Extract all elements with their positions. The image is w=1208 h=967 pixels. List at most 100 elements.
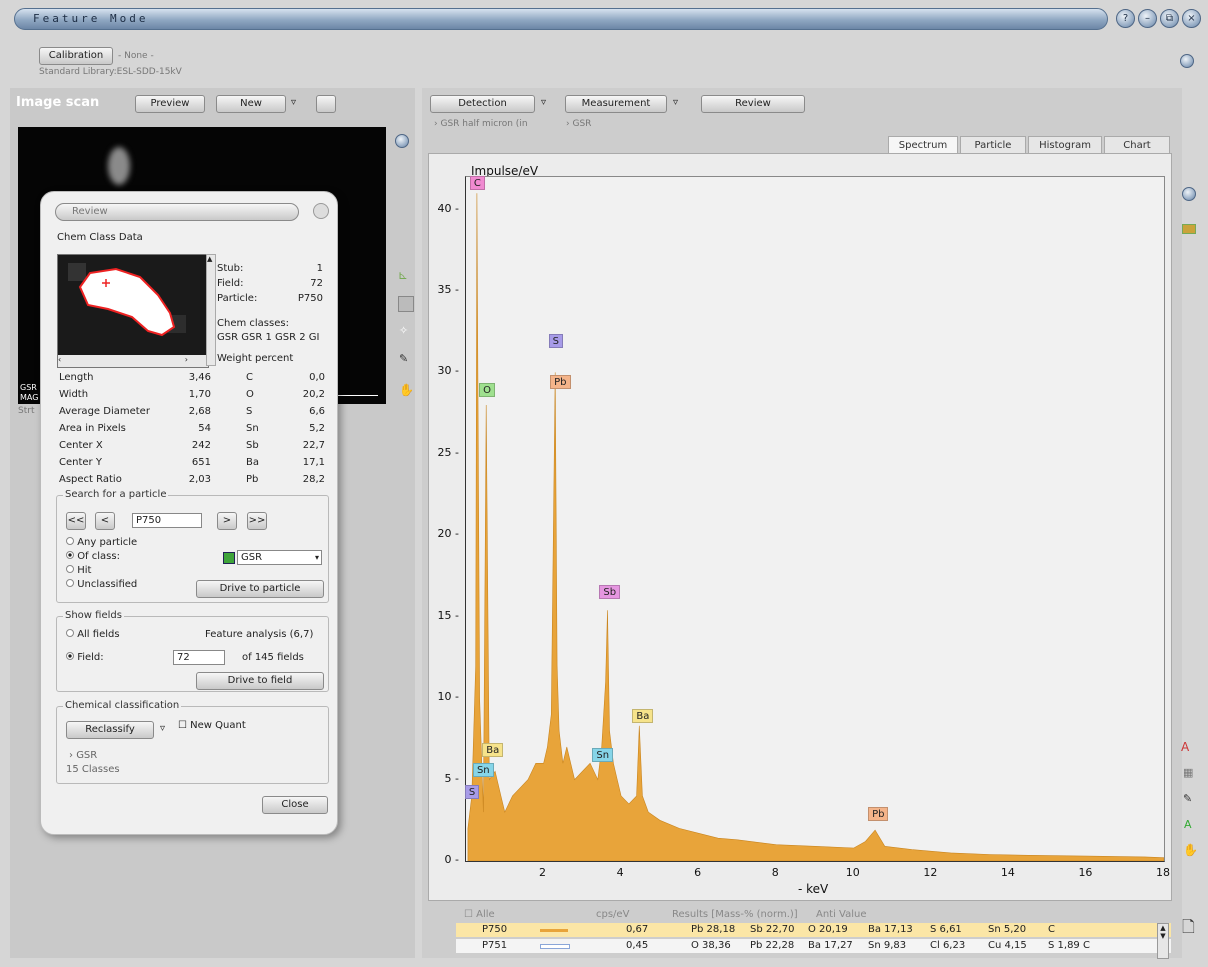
radio-of-class[interactable]: Of class: — [66, 551, 120, 562]
row-result-1: Pb 28,18 — [691, 924, 736, 935]
preview-button[interactable]: Preview — [135, 95, 205, 113]
weight-value: 5,2 — [309, 423, 325, 434]
detection-dropdown-icon[interactable]: ▿ — [541, 97, 546, 108]
y-tick-label: 30 - — [437, 364, 459, 378]
first-particle-button[interactable]: << — [66, 512, 86, 530]
settings-icon[interactable] — [1180, 54, 1194, 68]
measure-value: 1,70 — [188, 389, 211, 400]
table-header: ☐ Alle cps/eV Results [Mass-% (norm.)] A… — [456, 908, 1171, 922]
peak-label-pb[interactable]: Pb — [868, 806, 889, 821]
measure-value: 651 — [191, 457, 211, 468]
peak-label-s[interactable]: S — [464, 785, 480, 800]
reclassify-dropdown-icon[interactable]: ▿ — [160, 723, 165, 734]
tool-label-icon[interactable]: A — [1184, 818, 1192, 831]
class-select[interactable]: GSR ▾ — [237, 550, 322, 565]
review-button[interactable]: Review — [701, 95, 805, 113]
detection-button[interactable]: Detection — [430, 95, 535, 113]
tool-pan-icon[interactable]: ✋ — [1183, 843, 1198, 857]
next-particle-button[interactable]: > — [217, 512, 237, 530]
row-result-6: Cu 4,15 — [988, 940, 1027, 951]
minimize-button[interactable]: – — [1138, 9, 1157, 28]
particle-label: Particle: — [217, 293, 258, 304]
tool-frame-icon[interactable] — [398, 296, 414, 312]
measure-label: Average Diameter — [59, 406, 150, 417]
restore-button[interactable]: ⧉ — [1160, 9, 1179, 28]
calibration-button[interactable]: Calibration — [39, 47, 113, 65]
radio-all-fields[interactable]: All fields — [66, 629, 120, 640]
select-all-checkbox[interactable]: ☐ Alle — [464, 908, 495, 922]
new-dropdown-icon[interactable]: ▿ — [291, 97, 296, 108]
reclassify-button[interactable]: Reclassify — [66, 721, 154, 739]
thumbnail-vscroll[interactable]: ▲ — [206, 254, 216, 366]
tool-hand-icon[interactable]: ✋ — [399, 383, 414, 397]
tab-particle[interactable]: Particle — [960, 136, 1026, 154]
tool-measure-icon[interactable]: ⊾ — [398, 268, 408, 282]
measurement-button[interactable]: Measurement — [565, 95, 667, 113]
radio-hit[interactable]: Hit — [66, 565, 91, 576]
drive-to-particle-button[interactable]: Drive to particle — [196, 580, 324, 598]
y-tick-label: 0 - — [444, 853, 459, 866]
table-scrollbar[interactable]: ▲ ▼ — [1157, 923, 1169, 959]
measure-label: Length — [59, 372, 94, 383]
y-tick-label: 40 - — [437, 201, 459, 215]
tab-spectrum[interactable]: Spectrum — [888, 136, 958, 154]
table-row[interactable]: P751 0,45 O 38,36 Pb 22,28 Ba 17,27 Sn 9… — [456, 939, 1171, 953]
chart-settings-icon[interactable] — [1182, 187, 1196, 201]
field-input[interactable]: 72 — [173, 650, 225, 665]
tool-grid-icon[interactable]: ▦ — [1183, 766, 1193, 779]
measure-value: 3,46 — [188, 372, 211, 383]
standard-library: Standard Library:ESL-SDD-15kV — [39, 67, 182, 77]
peak-label-c[interactable]: C — [469, 176, 485, 191]
class-count: 15 Classes — [66, 764, 120, 775]
peak-label-sb[interactable]: Sb — [599, 585, 621, 600]
weight-value: 20,2 — [302, 389, 325, 400]
radio-field[interactable]: Field: — [66, 652, 104, 663]
particle-shape-svg — [58, 255, 208, 367]
stop-button[interactable] — [316, 95, 336, 113]
tab-chart[interactable]: Chart — [1104, 136, 1170, 154]
radio-unclassified[interactable]: Unclassified — [66, 579, 137, 590]
peak-label-o[interactable]: O — [479, 383, 496, 398]
peak-label-ba[interactable]: Ba — [482, 743, 504, 758]
tab-histogram[interactable]: Histogram — [1028, 136, 1102, 154]
folder-icon[interactable] — [1182, 224, 1196, 234]
close-button[interactable]: Close — [262, 796, 328, 814]
peak-label-ba[interactable]: Ba — [632, 708, 654, 723]
row-result-1: O 38,36 — [691, 940, 731, 951]
last-particle-button[interactable]: >> — [247, 512, 267, 530]
image-settings-icon[interactable] — [395, 134, 409, 148]
prev-particle-button[interactable]: < — [95, 512, 115, 530]
particle-input[interactable]: P750 — [132, 513, 202, 528]
measurement-dropdown-icon[interactable]: ▿ — [673, 97, 678, 108]
measure-label: Center Y — [59, 457, 102, 468]
peak-label-sn[interactable]: Sn — [592, 747, 614, 762]
measure-value: 54 — [198, 423, 211, 434]
thumbnail-scrollbar[interactable]: ‹ › — [58, 355, 208, 367]
tool-light-icon[interactable]: ✧ — [399, 324, 408, 337]
new-button[interactable]: New — [216, 95, 286, 113]
y-tick-label: 5 - — [444, 771, 459, 785]
table-row[interactable]: P750 0,67 Pb 28,18 Sb 22,70 O 20,19 Ba 1… — [456, 923, 1171, 937]
tool-marker-icon[interactable]: ✎ — [1183, 792, 1192, 805]
class-tree-item[interactable]: › GSR — [69, 750, 97, 761]
new-quant-checkbox[interactable]: ☐ New Quant — [178, 720, 246, 731]
weight-value: 17,1 — [302, 457, 325, 468]
peak-label-sn[interactable]: Sn — [472, 762, 494, 777]
row-result-6: Sn 5,20 — [988, 924, 1027, 935]
peak-label-s[interactable]: S — [548, 334, 563, 349]
search-legend: Search for a particle — [63, 489, 169, 500]
peak-label-pb[interactable]: Pb — [550, 374, 571, 389]
spectrum-plot[interactable] — [465, 176, 1165, 862]
close-window-button[interactable]: × — [1182, 9, 1201, 28]
particle-thumbnail[interactable]: ‹ › — [57, 254, 209, 368]
element-symbol: Ba — [246, 457, 259, 468]
drive-to-field-button[interactable]: Drive to field — [196, 672, 324, 690]
x-axis-label: - keV — [798, 882, 829, 896]
document-icon[interactable]: 🗋 — [1182, 916, 1195, 943]
radio-any-particle[interactable]: Any particle — [66, 537, 137, 548]
help-button[interactable]: ? — [1116, 9, 1135, 28]
dialog-close-icon[interactable] — [313, 203, 329, 219]
tool-text-icon[interactable]: A — [1181, 740, 1189, 754]
tool-pen-icon[interactable]: ✎ — [399, 352, 408, 365]
x-tick-label: 6 — [694, 866, 702, 879]
